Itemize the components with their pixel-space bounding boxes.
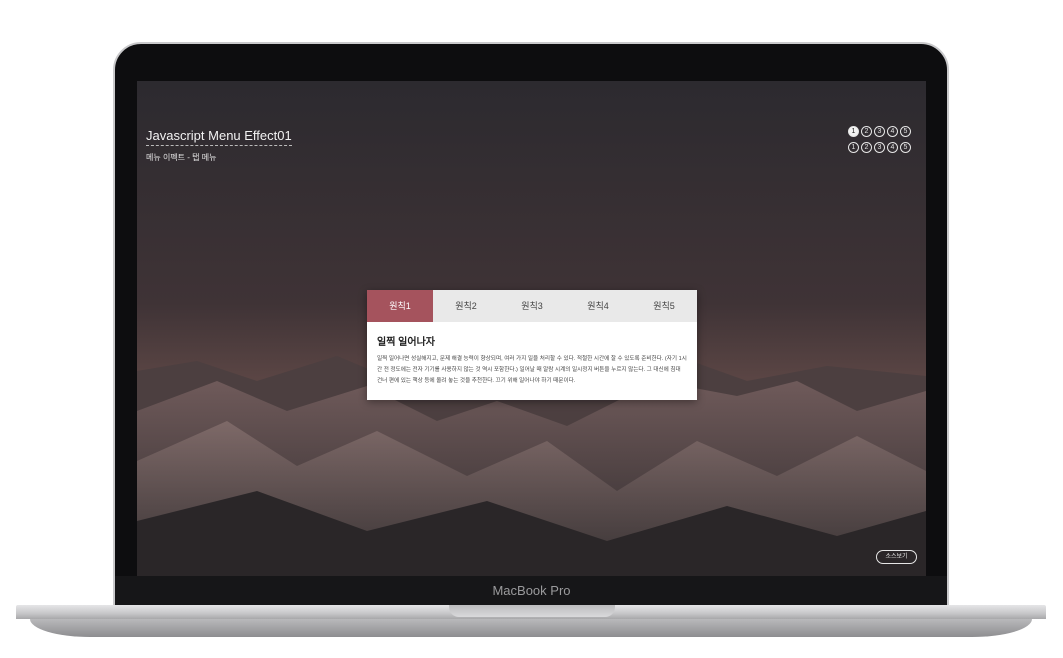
tab-panel-text: 일찍 일어나면 성실해지고, 문제 해결 능력이 향상되며, 여러 가지 일을 … bbox=[377, 356, 687, 384]
screen: Javascript Menu Effect01 메뉴 이펙트 - 탭 메뉴 1… bbox=[137, 81, 926, 576]
pager-item[interactable]: 2 bbox=[861, 126, 872, 137]
effect-pager-bottom: 1 2 3 4 5 bbox=[848, 142, 911, 153]
tab-3[interactable]: 원칙3 bbox=[499, 290, 565, 322]
page-subtitle: 메뉴 이펙트 - 탭 메뉴 bbox=[146, 153, 217, 162]
tab-panel-heading: 일찍 일어나자 bbox=[377, 337, 435, 348]
tab-4[interactable]: 원칙4 bbox=[565, 290, 631, 322]
pager-item[interactable]: 4 bbox=[887, 126, 898, 137]
pager-item[interactable]: 2 bbox=[861, 142, 872, 153]
laptop-base-bottom bbox=[30, 619, 1032, 637]
tab-list: 원칙1 원칙2 원칙3 원칙4 원칙5 bbox=[367, 290, 697, 322]
tab-panel: 일찍 일어나자 일찍 일어나면 성실해지고, 문제 해결 능력이 향상되며, 여… bbox=[367, 322, 697, 387]
tab-menu: 원칙1 원칙2 원칙3 원칙4 원칙5 일찍 일어나자 일찍 일어나면 성실해지… bbox=[367, 290, 697, 400]
pager-item[interactable]: 5 bbox=[900, 142, 911, 153]
pager-item[interactable]: 1 bbox=[848, 126, 859, 137]
pager-item[interactable]: 4 bbox=[887, 142, 898, 153]
tab-5[interactable]: 원칙5 bbox=[631, 290, 697, 322]
laptop-notch bbox=[449, 605, 615, 617]
tab-1[interactable]: 원칙1 bbox=[367, 290, 433, 322]
view-source-button[interactable]: 소스보기 bbox=[876, 550, 917, 564]
page-title: Javascript Menu Effect01 bbox=[146, 128, 292, 146]
device-label: MacBook Pro bbox=[492, 583, 571, 598]
pager-item[interactable]: 1 bbox=[848, 142, 859, 153]
pager-item[interactable]: 3 bbox=[874, 142, 885, 153]
pager-item[interactable]: 3 bbox=[874, 126, 885, 137]
effect-pager-top: 1 2 3 4 5 bbox=[848, 126, 911, 137]
tab-2[interactable]: 원칙2 bbox=[433, 290, 499, 322]
pager-item[interactable]: 5 bbox=[900, 126, 911, 137]
